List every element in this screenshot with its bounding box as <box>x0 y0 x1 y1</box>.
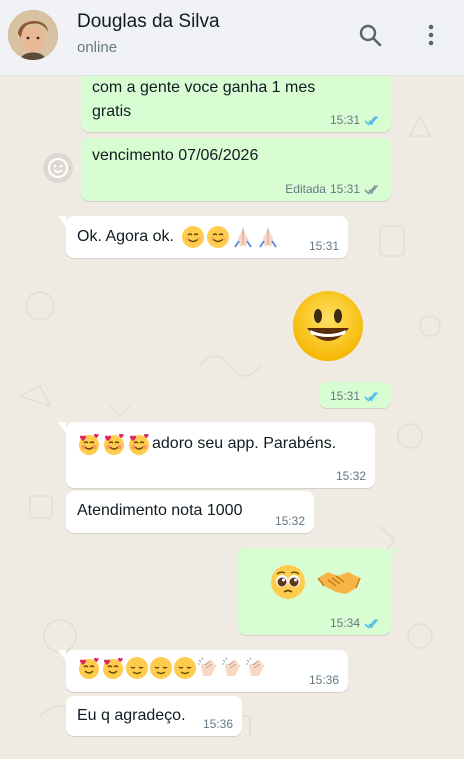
message-text <box>77 656 269 680</box>
message-text: com a gente voce ganha 1 mes gratis <box>92 79 316 120</box>
message-time: 15:36 <box>202 717 233 731</box>
message-text: adoro seu app. Parabéns. <box>77 429 336 459</box>
message-text: Atendimento nota 1000 <box>77 502 243 519</box>
message-text: Eu q agradeço. <box>77 707 186 724</box>
menu-button[interactable] <box>417 20 445 50</box>
contact-status: online <box>77 39 118 56</box>
bubble-tail <box>58 216 66 227</box>
smiling-face-hearts-icon <box>104 433 124 455</box>
message-meta: 15:32 <box>275 514 305 528</box>
message-time: 15:31 <box>329 389 360 403</box>
message-meta: Editada 15:31 <box>285 182 382 196</box>
message-time: 15:31 <box>329 182 360 196</box>
smiling-face-hearts-icon <box>129 433 149 455</box>
message-meta: 15:34 <box>330 616 382 630</box>
message-time: 15:32 <box>274 514 305 528</box>
message-time: 15:31 <box>308 239 339 253</box>
bubble-tail <box>58 650 66 661</box>
message-text: Ok. Agora ok. <box>77 222 280 252</box>
message-time: 15:34 <box>329 616 360 630</box>
relieved-face-icon <box>150 657 172 679</box>
contact-name[interactable]: Douglas da Silva <box>77 11 220 33</box>
message-meta: 15:36 <box>309 673 339 687</box>
search-icon <box>359 24 382 47</box>
message-time: 15:31 <box>329 113 360 127</box>
relieved-face-icon <box>174 657 196 679</box>
clapping-hands-icon <box>222 657 240 676</box>
bubble-tail <box>58 422 66 433</box>
read-double-check-icon <box>364 391 379 402</box>
message-bubble-outgoing[interactable]: 15:34 <box>238 548 399 635</box>
react-emoji-button[interactable] <box>42 152 74 184</box>
folded-hands-icon <box>259 228 277 248</box>
message-bubble-incoming[interactable]: Ok. Agora ok. 15:31 <box>58 216 348 258</box>
folded-hands-icon <box>234 228 252 248</box>
smiling-face-hearts-icon <box>103 657 123 679</box>
handshake-icon <box>317 572 361 594</box>
message-bubble-incoming[interactable]: adoro seu app. Parabéns. 15:32 <box>58 422 375 488</box>
chat-header: Douglas da Silva online <box>0 0 464 76</box>
message-bubble-outgoing[interactable]: 15:31 <box>319 382 391 408</box>
read-double-check-icon <box>364 618 379 629</box>
bubble-tail <box>391 548 399 559</box>
message-bubble-incoming[interactable]: Atendimento nota 1000 15:32 <box>66 491 314 533</box>
message-bubble-incoming[interactable]: Eu q agradeço. 15:36 <box>66 696 242 736</box>
smiling-face-hearts-icon <box>79 433 99 455</box>
pleading-face-icon <box>271 565 305 599</box>
delivered-double-check-icon <box>364 184 379 195</box>
smiling-face-icon <box>206 226 229 248</box>
message-meta: 15:36 <box>203 717 233 731</box>
smiling-face-hearts-icon <box>79 657 99 679</box>
message-meta: 15:31 <box>309 239 339 253</box>
message-time: 15:32 <box>335 469 366 483</box>
more-vertical-icon <box>428 24 434 46</box>
clapping-hands-icon <box>246 657 264 676</box>
message-bubble-outgoing[interactable]: com a gente voce ganha 1 mes gratis 15:3… <box>81 76 391 132</box>
clapping-hands-icon <box>198 657 216 676</box>
emoji-smiley-icon <box>43 153 73 183</box>
message-meta: 15:31 <box>330 113 382 127</box>
message-meta: 15:31 <box>330 389 382 403</box>
message-text: vencimento 07/06/2026 <box>92 147 259 164</box>
grinning-face-icon[interactable] <box>292 290 364 362</box>
message-time: 15:36 <box>308 673 339 687</box>
message-bubble-incoming[interactable]: 15:36 <box>58 650 348 692</box>
search-button[interactable] <box>356 20 384 50</box>
read-double-check-icon <box>364 115 379 126</box>
relieved-face-icon <box>126 657 148 679</box>
message-meta: 15:32 <box>336 469 366 483</box>
smiling-face-icon <box>181 226 204 248</box>
message-bubble-outgoing[interactable]: vencimento 07/06/2026 Editada 15:31 <box>81 138 391 201</box>
edited-label: Editada <box>285 182 326 196</box>
contact-avatar[interactable] <box>8 10 58 60</box>
message-list[interactable]: com a gente voce ganha 1 mes gratis 15:3… <box>0 76 464 759</box>
